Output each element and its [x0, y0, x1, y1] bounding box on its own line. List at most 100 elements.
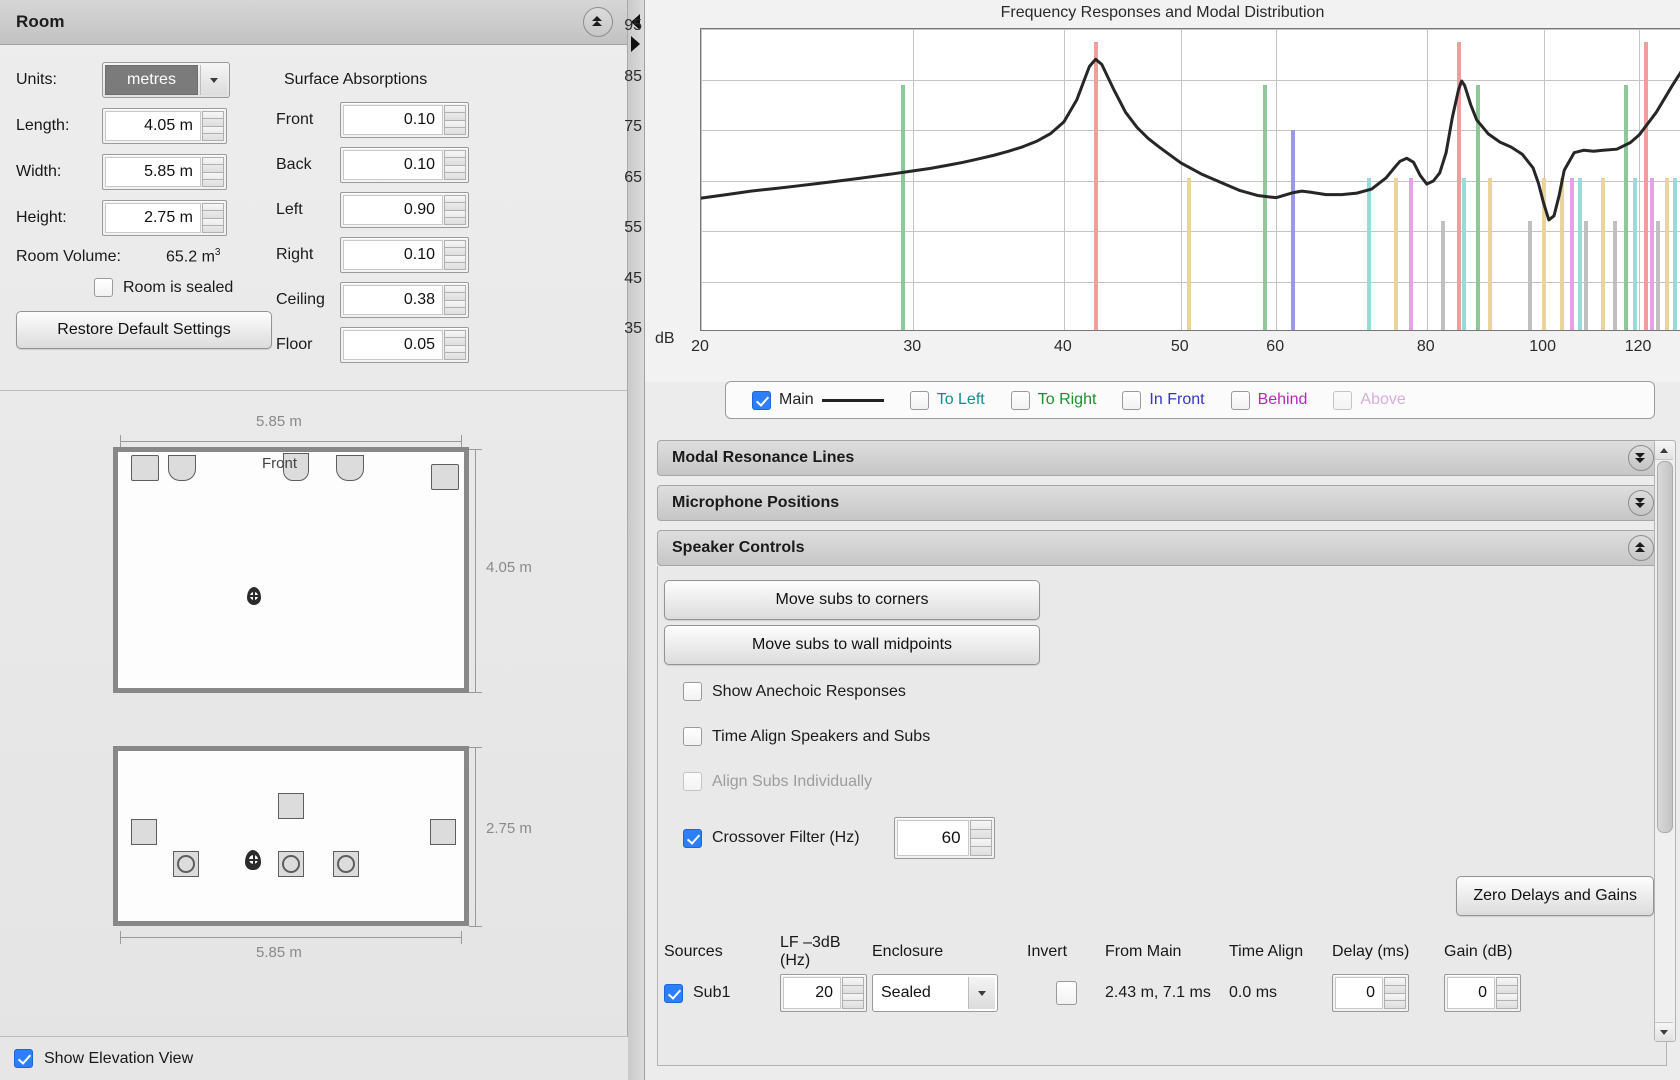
panel-speaker-controls[interactable]: Speaker Controls	[657, 530, 1667, 566]
legend-checkbox-main[interactable]	[752, 390, 771, 410]
scrollbar-thumb[interactable]	[1657, 461, 1673, 833]
back-up-icon[interactable]	[444, 150, 466, 165]
width-up-icon[interactable]	[202, 157, 224, 172]
room-panel-header[interactable]: Room	[0, 0, 628, 45]
right-up-icon[interactable]	[444, 240, 466, 255]
plan-speaker-right-corner[interactable]	[431, 464, 459, 490]
length-stepper[interactable]: 4.05 m	[102, 108, 227, 144]
sub1-lf3db-input[interactable]: 20	[783, 977, 841, 1009]
crossover-filter-row[interactable]: Crossover Filter (Hz) 60	[683, 817, 995, 859]
legend-item-above[interactable]: Above	[1333, 390, 1406, 410]
show-elevation-checkbox[interactable]	[14, 1049, 33, 1068]
show-anechoic-checkbox[interactable]	[683, 682, 702, 701]
sub1-gain-input[interactable]: 0	[1447, 977, 1495, 1009]
length-input[interactable]: 4.05 m	[105, 111, 201, 141]
surface-input-front[interactable]: 0.10	[343, 105, 443, 135]
front-down-icon[interactable]	[444, 119, 466, 135]
legend-checkbox-to-left[interactable]	[909, 390, 929, 410]
panel-modal-resonance-lines[interactable]: Modal Resonance Lines	[657, 440, 1667, 476]
sub1-delay-input[interactable]: 0	[1335, 977, 1383, 1009]
legend-item-main[interactable]: Main	[752, 390, 884, 410]
ceiling-down-icon[interactable]	[444, 299, 466, 315]
surface-input-right[interactable]: 0.10	[343, 240, 443, 270]
row-invert-cell[interactable]	[1027, 981, 1105, 1005]
delay-up-icon[interactable]	[1384, 977, 1406, 993]
chevron-down-icon[interactable]	[200, 65, 227, 95]
collapse-room-icon[interactable]	[583, 7, 614, 37]
legend-checkbox-in-front[interactable]	[1122, 390, 1142, 410]
chart-plot-area[interactable]	[700, 28, 1680, 331]
plan-speaker-left[interactable]	[168, 455, 196, 481]
time-align-checkbox[interactable]	[683, 727, 702, 746]
room-sealed-checkbox[interactable]	[94, 278, 113, 298]
legend-checkbox-behind[interactable]	[1230, 390, 1250, 410]
collapse-speaker-controls-icon[interactable]	[1628, 535, 1654, 561]
elev-speaker-left[interactable]	[131, 819, 157, 845]
legend-item-in-front[interactable]: In Front	[1122, 390, 1205, 410]
surface-stepper-front[interactable]: 0.10	[340, 102, 469, 138]
expand-modal-resonance-icon[interactable]	[1628, 445, 1654, 471]
row-source-cell[interactable]: Sub1	[664, 983, 780, 1003]
right-down-icon[interactable]	[444, 254, 466, 270]
crossover-frequency-input[interactable]: 60	[896, 820, 969, 856]
floor-down-icon[interactable]	[444, 344, 466, 360]
legend-item-to-right[interactable]: To Right	[1010, 390, 1096, 410]
surface-input-floor[interactable]: 0.05	[343, 330, 443, 360]
elev-listener-marker[interactable]	[245, 850, 261, 870]
enclosure-chevron-down-icon[interactable]	[968, 977, 995, 1009]
height-stepper[interactable]: 2.75 m	[102, 200, 227, 236]
ceiling-up-icon[interactable]	[444, 285, 466, 300]
plan-speaker-left-corner[interactable]	[131, 455, 159, 481]
crossover-filter-checkbox[interactable]	[683, 828, 702, 848]
time-align-row[interactable]: Time Align Speakers and Subs	[683, 727, 930, 746]
crossover-up-icon[interactable]	[969, 820, 992, 838]
right-pane-scrollbar[interactable]	[1654, 440, 1676, 1042]
height-down-icon[interactable]	[202, 217, 224, 233]
gain-down-icon[interactable]	[1496, 992, 1518, 1009]
width-stepper[interactable]: 5.85 m	[102, 154, 227, 190]
legend-checkbox-to-right[interactable]	[1010, 390, 1030, 410]
lf3db-down-icon[interactable]	[842, 992, 864, 1009]
room-sealed-row[interactable]: Room is sealed	[94, 278, 266, 298]
sub1-enable-checkbox[interactable]	[664, 983, 683, 1003]
left-down-icon[interactable]	[444, 209, 466, 225]
row-lf3db-cell[interactable]: 20	[780, 974, 872, 1012]
move-subs-to-corners-button[interactable]: Move subs to corners	[664, 580, 1040, 620]
back-down-icon[interactable]	[444, 164, 466, 180]
elev-sub-right[interactable]	[333, 851, 359, 877]
surface-stepper-ceiling[interactable]: 0.38	[340, 282, 469, 318]
floor-up-icon[interactable]	[444, 330, 466, 345]
scroll-up-icon[interactable]	[1655, 441, 1673, 460]
legend-item-behind[interactable]: Behind	[1230, 390, 1307, 410]
elevation-toggle-row[interactable]: Show Elevation View	[0, 1036, 629, 1080]
scroll-down-icon[interactable]	[1655, 1022, 1673, 1041]
gain-up-icon[interactable]	[1496, 977, 1518, 993]
surface-stepper-left[interactable]: 0.90	[340, 192, 469, 228]
legend-item-to-left[interactable]: To Left	[909, 390, 985, 410]
elev-speaker-right[interactable]	[430, 819, 456, 845]
width-input[interactable]: 5.85 m	[105, 157, 201, 187]
units-select[interactable]: metres	[102, 62, 230, 98]
surface-stepper-right[interactable]: 0.10	[340, 237, 469, 273]
surface-stepper-back[interactable]: 0.10	[340, 147, 469, 183]
surface-input-back[interactable]: 0.10	[343, 150, 443, 180]
expand-microphone-positions-icon[interactable]	[1628, 490, 1654, 516]
left-up-icon[interactable]	[444, 195, 466, 210]
crossover-frequency-stepper[interactable]: 60	[893, 817, 995, 859]
zero-delays-and-gains-button[interactable]: Zero Delays and Gains	[1456, 876, 1654, 916]
surface-input-ceiling[interactable]: 0.38	[343, 285, 443, 315]
front-up-icon[interactable]	[444, 105, 466, 120]
plan-speaker-right[interactable]	[336, 455, 364, 481]
row-enclosure-cell[interactable]: Sealed	[872, 974, 1027, 1012]
delay-down-icon[interactable]	[1384, 992, 1406, 1009]
restore-defaults-button[interactable]: Restore Default Settings	[16, 311, 272, 350]
plan-view[interactable]	[113, 447, 469, 693]
lf3db-up-icon[interactable]	[842, 977, 864, 993]
elevation-view[interactable]	[113, 746, 469, 926]
sub1-invert-checkbox[interactable]	[1055, 981, 1077, 1005]
splitter-right-arrow-icon[interactable]	[631, 36, 641, 52]
height-input[interactable]: 2.75 m	[105, 203, 201, 233]
panel-splitter[interactable]	[628, 0, 645, 1080]
crossover-down-icon[interactable]	[969, 837, 992, 856]
length-down-icon[interactable]	[202, 125, 224, 141]
